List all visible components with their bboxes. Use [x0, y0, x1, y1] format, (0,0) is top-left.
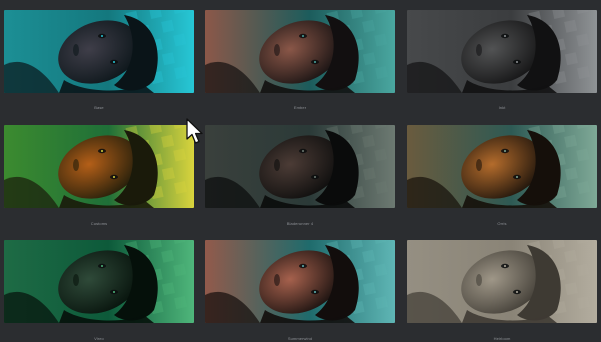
filter-label: Customs [90, 221, 108, 226]
filter-preview-image[interactable] [4, 10, 194, 93]
filter-label: Base [94, 105, 104, 110]
filter-preview-image[interactable] [205, 125, 395, 208]
filter-label: Ember [293, 105, 307, 110]
filter-preview-image[interactable] [4, 125, 194, 208]
filter-preview-image[interactable] [4, 240, 194, 323]
filter-label: Vireo [94, 336, 104, 341]
filter-preview-image[interactable] [407, 240, 597, 323]
filter-label: Inkt [498, 105, 506, 110]
filter-preview-image[interactable] [407, 125, 597, 208]
filter-label: Summerwind [287, 336, 313, 341]
filter-label: Bladerunner 4 [286, 221, 314, 226]
filter-preview-image[interactable] [407, 10, 597, 93]
filter-label: Heirloom [493, 336, 511, 341]
filter-gallery: Base Ember Inkt Customs Bladerunner 4 Orris Vi… [0, 0, 601, 341]
filter-preview-image[interactable] [205, 240, 395, 323]
filter-label: Orris [497, 221, 507, 226]
filter-preview-image[interactable] [205, 10, 395, 93]
